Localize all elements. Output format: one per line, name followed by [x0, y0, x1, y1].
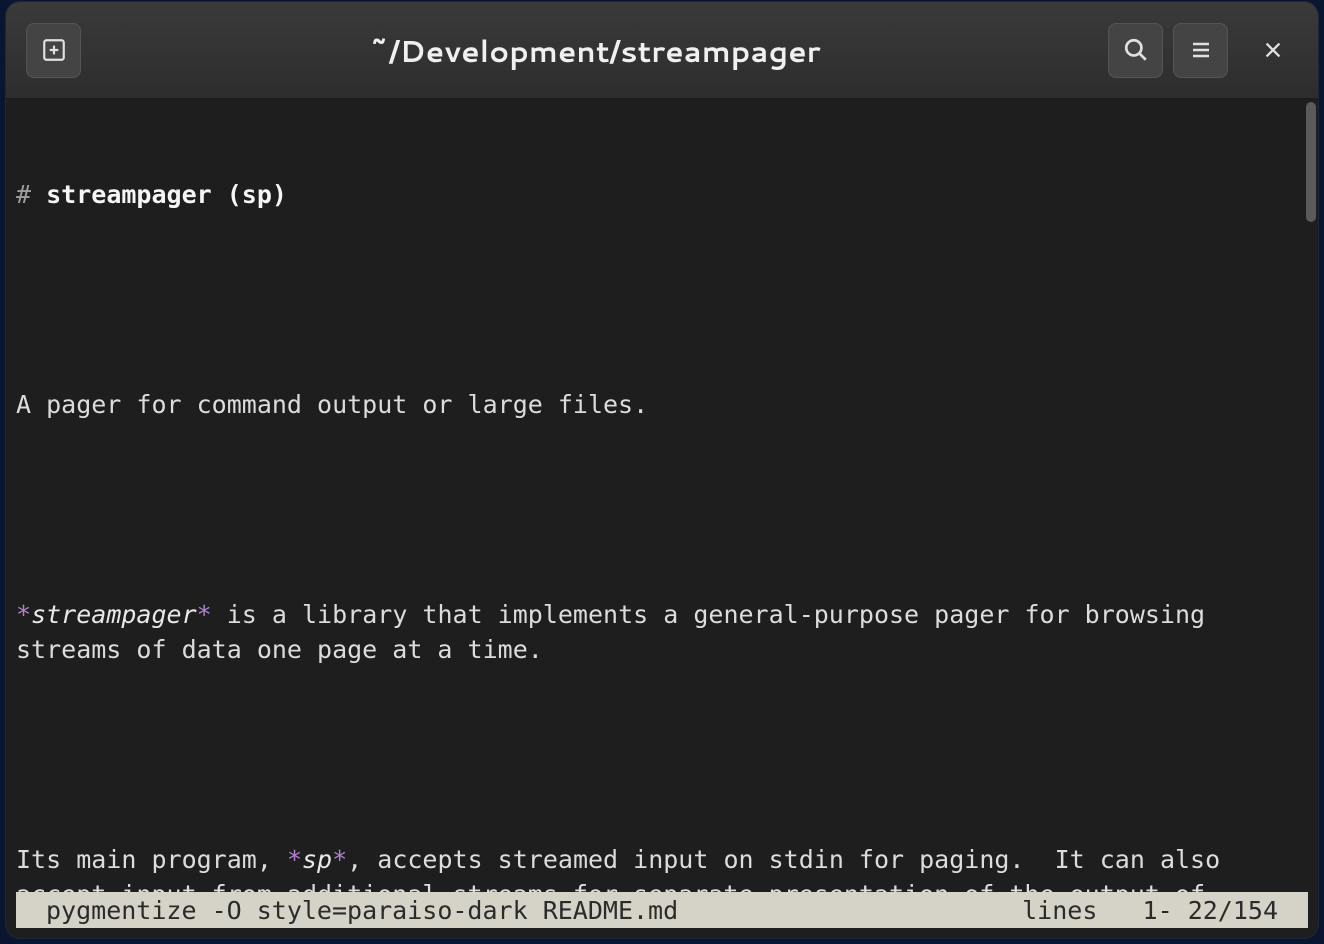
emphasis: streampager — [31, 600, 197, 629]
line-8: Its main program, *sp*, accepts streamed… — [16, 842, 1308, 892]
window-title: ~/Development/streampager — [91, 29, 1098, 72]
md-hash: # — [16, 180, 46, 209]
line-1: # streampager (sp) — [16, 177, 1308, 212]
status-lines: lines 1- 22/154 — [1022, 896, 1278, 925]
line-5: *streampager* is a library that implemen… — [16, 597, 1308, 667]
blank-line — [16, 737, 1308, 772]
new-tab-button[interactable] — [26, 23, 81, 78]
line-3: A pager for command output or large file… — [16, 387, 1308, 422]
blank-line — [16, 282, 1308, 317]
star: * — [287, 845, 302, 874]
hamburger-icon — [1189, 38, 1213, 62]
terminal-content[interactable]: # streampager (sp) A pager for command o… — [6, 99, 1318, 892]
titlebar: ~/Development/streampager — [6, 2, 1318, 99]
star: * — [16, 600, 31, 629]
menu-button[interactable] — [1173, 23, 1228, 78]
search-button[interactable] — [1108, 23, 1163, 78]
terminal-window: ~/Development/streampager # streampager … — [6, 2, 1318, 938]
blank-line — [16, 492, 1308, 527]
new-tab-icon — [41, 37, 67, 63]
md-heading: streampager (sp) — [46, 180, 287, 209]
star: * — [197, 600, 212, 629]
close-button[interactable] — [1248, 25, 1298, 75]
status-bar: pygmentize -O style=paraiso-dark README.… — [16, 892, 1308, 928]
status-command: pygmentize -O style=paraiso-dark README.… — [46, 896, 1022, 925]
text: Its main program, — [16, 845, 287, 874]
close-icon — [1262, 39, 1284, 61]
search-icon — [1123, 37, 1149, 63]
emphasis: sp — [302, 845, 332, 874]
star: * — [332, 845, 347, 874]
scrollbar-thumb[interactable] — [1306, 102, 1316, 222]
